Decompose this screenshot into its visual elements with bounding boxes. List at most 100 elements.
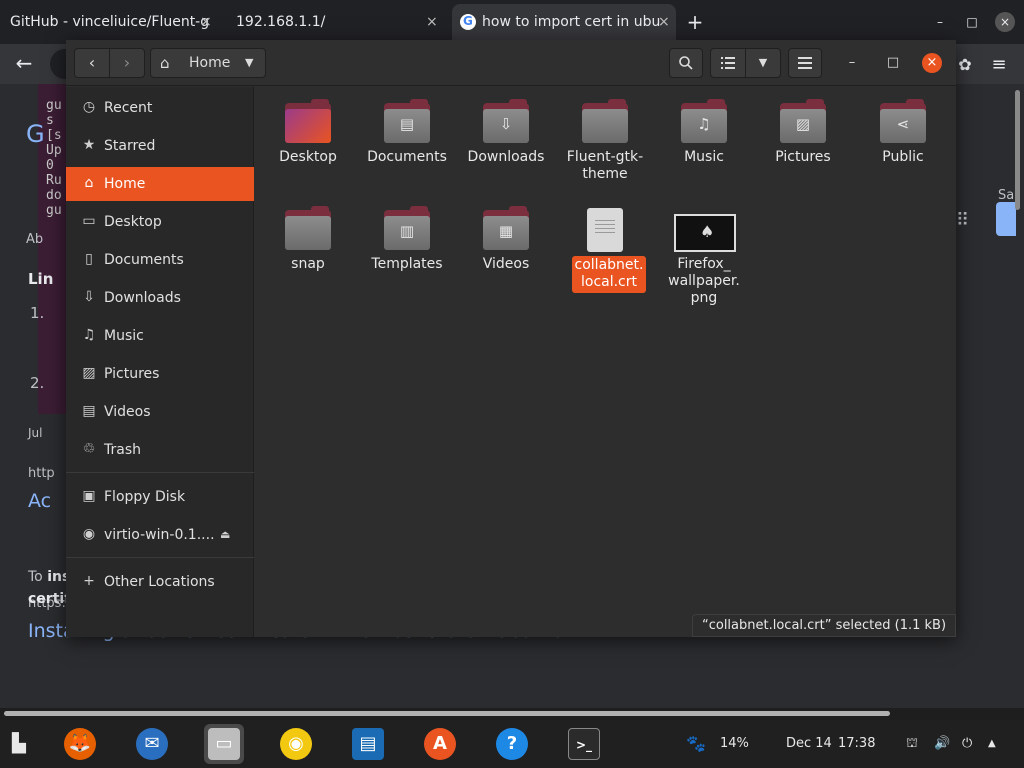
sidebar-item-virtio-win-0-1[interactable]: ◉ virtio-win-0.1.... ⏏	[66, 518, 254, 552]
nav-forward-button[interactable]: ›	[109, 48, 145, 78]
taskbar-app-writer[interactable]: ▤	[348, 724, 388, 764]
sidebar-item-downloads[interactable]: ⇩ Downloads	[66, 281, 254, 315]
file-item-public[interactable]: ⋖ Public	[858, 93, 948, 193]
vertical-scrollbar[interactable]	[1015, 90, 1020, 210]
file-item-documents[interactable]: ▤ Documents	[362, 93, 452, 193]
back-button[interactable]: ←	[10, 52, 38, 76]
path-bar-home[interactable]: ⌂ Home ▼	[150, 48, 266, 78]
new-tab-button[interactable]: +	[684, 4, 706, 40]
app-menu-button[interactable]: ▙	[12, 734, 32, 754]
terminal-line: Up	[46, 143, 62, 158]
folder-icon	[285, 206, 331, 250]
sidebar-item-recent[interactable]: ◷ Recent	[66, 91, 254, 125]
nav-back-button[interactable]: ‹	[74, 48, 110, 78]
view-options-button[interactable]: ▼	[745, 48, 781, 78]
sidebar-item-desktop[interactable]: ▭ Desktop	[66, 205, 254, 239]
extension-icon[interactable]: ✿	[954, 54, 976, 76]
file-item-fluent-gtk-theme[interactable]: Fluent-gtk-theme	[560, 93, 650, 193]
terminal-line: do	[46, 188, 62, 203]
taskbar-app-firefox[interactable]: 🦊	[60, 724, 100, 764]
power-icon[interactable]: ⏻	[962, 734, 972, 754]
time-label[interactable]: 17:38	[838, 734, 875, 754]
file-label: Videos	[482, 256, 530, 272]
folder-front	[285, 216, 331, 250]
terminal-line: s	[46, 113, 54, 128]
google-logo[interactable]: G	[26, 120, 45, 148]
file-item-downloads[interactable]: ⇩ Downloads	[461, 93, 551, 193]
browser-menu-button[interactable]: ≡	[988, 54, 1010, 76]
tab-close-icon[interactable]: ×	[426, 4, 438, 40]
file-manager-window: ‹ › ⌂ Home ▼ ▼ – □ × ◷ Recent ★ Starred ⌂ Hom…	[66, 40, 956, 637]
sidebar-item-music[interactable]: ♫ Music	[66, 319, 254, 353]
maximize-button[interactable]: □	[883, 53, 903, 73]
tab-close-icon[interactable]: ×	[658, 4, 670, 40]
taskbar-app-thunderbird[interactable]: ✉	[132, 724, 172, 764]
browser-close-button[interactable]: ×	[995, 12, 1015, 32]
folder-icon	[582, 99, 628, 143]
trash-icon: ♲	[82, 441, 96, 457]
horizontal-scrollbar[interactable]	[4, 711, 890, 716]
wallpaper-preview: ♠	[700, 222, 715, 241]
taskbar-app-terminal[interactable]: >_	[564, 724, 604, 764]
file-label-line: Fluent-gtk-	[566, 149, 644, 165]
sidebar-item-home[interactable]: ⌂ Home	[66, 167, 254, 201]
desktop-icon: ▭	[82, 213, 96, 229]
date-label[interactable]: Dec 14	[786, 734, 832, 754]
file-label-line: theme	[582, 166, 628, 182]
tray-expand-icon[interactable]: ▲	[988, 734, 996, 754]
file-item-firefox-wallpaper-png[interactable]: ♠ Firefox_ wallpaper. png	[659, 200, 749, 306]
eject-icon[interactable]: ⏏	[220, 518, 230, 552]
list-view-button[interactable]	[710, 48, 746, 78]
hamburger-icon	[798, 57, 812, 69]
sidebar-item-pictures[interactable]: ▨ Pictures	[66, 357, 254, 391]
folder-tabp	[410, 99, 428, 107]
page-text: Sa	[998, 188, 1015, 203]
main-menu-button[interactable]	[788, 48, 822, 78]
battery-icon[interactable]: 🐾	[686, 734, 706, 754]
snippet-fragment: To	[28, 569, 48, 585]
folder-tabp	[608, 99, 626, 107]
tab-github[interactable]: GitHub - vinceliuice/Fluent-g ×	[0, 4, 222, 40]
sidebar-item-starred[interactable]: ★ Starred	[66, 129, 254, 163]
sidebar-item-label: Recent	[104, 100, 153, 116]
search-button[interactable]	[669, 48, 703, 78]
close-button[interactable]: ×	[922, 53, 942, 73]
sidebar-item-videos[interactable]: ▤ Videos	[66, 395, 254, 429]
taskbar-app-files[interactable]: ▭	[204, 724, 244, 764]
file-item-music[interactable]: ♫ Music	[659, 93, 749, 193]
thunderbird-icon: ✉	[136, 728, 168, 760]
minimize-button[interactable]: –	[842, 53, 862, 73]
sidebar-item-other-locations[interactable]: + Other Locations	[66, 565, 254, 599]
sign-in-button[interactable]	[996, 202, 1016, 236]
tab-close-icon[interactable]: ×	[200, 4, 212, 40]
sidebar-item-documents[interactable]: ▯ Documents	[66, 243, 254, 277]
taskbar-app-rhythmbox[interactable]: ◉	[276, 724, 316, 764]
file-item-templates[interactable]: ▥ Templates	[362, 200, 452, 300]
file-label: Documents	[367, 149, 447, 165]
taskbar-app-software[interactable]: A	[420, 724, 460, 764]
result-link[interactable]: Ac	[28, 490, 51, 512]
folder-glyph-icon: ▥	[399, 222, 415, 240]
file-item-pictures[interactable]: ▨ Pictures	[758, 93, 848, 193]
sidebar-item-trash[interactable]: ♲ Trash	[66, 433, 254, 467]
file-item-snap[interactable]: snap	[263, 200, 353, 300]
file-label: collabnet. local.crt	[572, 256, 646, 293]
file-item-desktop[interactable]: Desktop	[263, 93, 353, 193]
tab-active-search[interactable]: how to import cert in ubu ×	[452, 4, 676, 40]
folder-tabp	[509, 99, 527, 107]
browser-minimize-button[interactable]: –	[930, 12, 950, 32]
browser-maximize-button[interactable]: □	[962, 12, 982, 32]
network-icon[interactable]: ⛫	[906, 734, 918, 754]
volume-icon[interactable]: 🔊	[934, 734, 950, 754]
file-item-videos[interactable]: ▦ Videos	[461, 200, 551, 300]
sidebar-item-label: Videos	[104, 404, 151, 420]
clock-icon: ◷	[82, 99, 96, 115]
folder-icon: ♫	[681, 99, 727, 143]
taskbar-app-help[interactable]: ?	[492, 724, 532, 764]
google-apps-icon[interactable]: ⠿	[956, 210, 969, 231]
tab-router[interactable]: 192.168.1.1/ ×	[226, 4, 444, 40]
file-item-collabnet-local-crt[interactable]: collabnet. local.crt	[560, 200, 650, 300]
floppy-icon: ▣	[82, 488, 96, 504]
sidebar-item-floppy-disk[interactable]: ▣ Floppy Disk	[66, 480, 254, 514]
file-label: Pictures	[775, 149, 831, 165]
